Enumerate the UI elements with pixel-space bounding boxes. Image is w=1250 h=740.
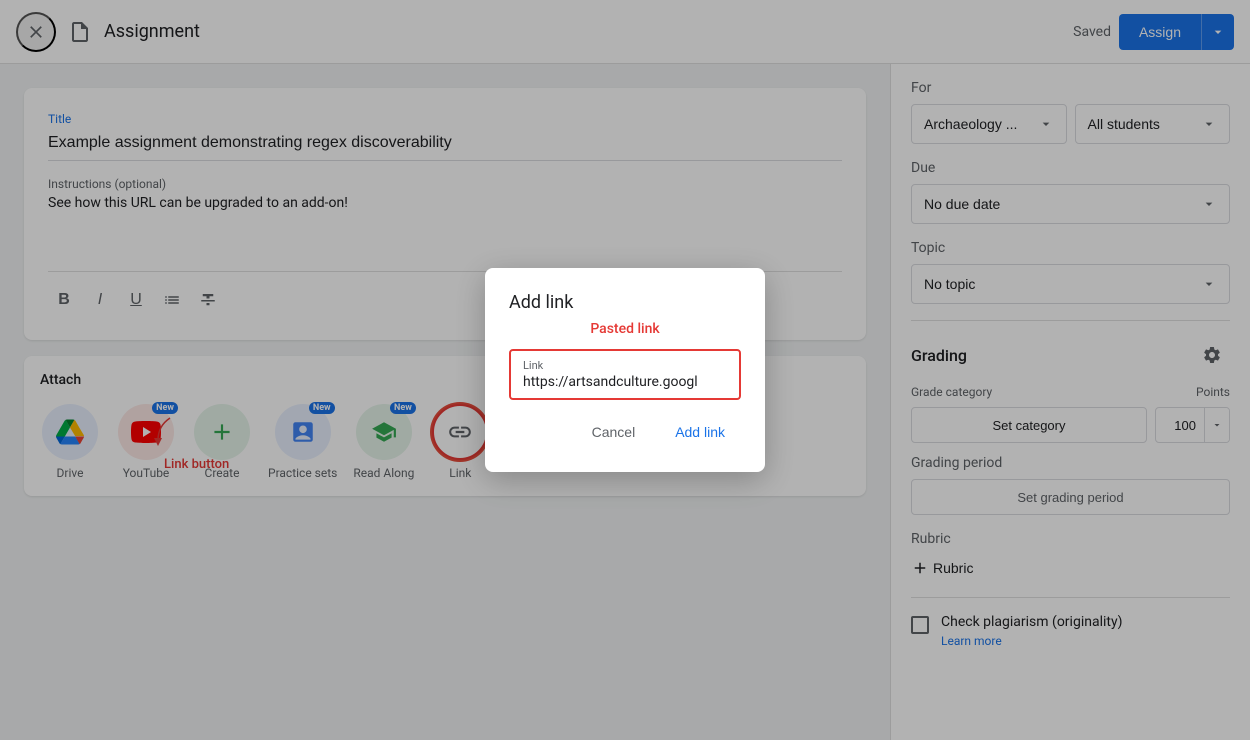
dialog-actions: Cancel Add link <box>509 416 741 448</box>
add-link-button[interactable]: Add link <box>659 416 741 448</box>
pasted-link-label: Pasted link <box>509 321 741 337</box>
link-field-label: Link <box>523 359 727 372</box>
dialog-title: Add link <box>509 292 741 313</box>
modal-overlay: Add link Pasted link Link https://artsan… <box>0 0 1250 740</box>
link-field-wrapper: Link https://artsandculture.googl <box>509 349 741 400</box>
cancel-button[interactable]: Cancel <box>576 416 652 448</box>
link-field-value: https://artsandculture.googl <box>523 374 727 390</box>
add-link-dialog: Add link Pasted link Link https://artsan… <box>485 268 765 472</box>
